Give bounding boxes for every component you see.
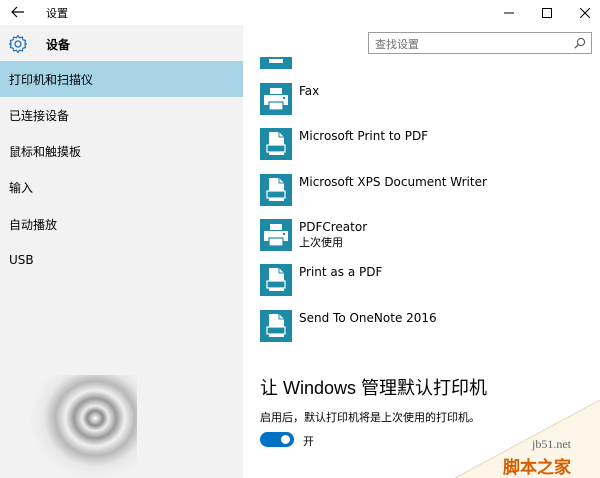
sidebar-item-autoplay[interactable]: 自动播放 bbox=[0, 206, 243, 242]
printer-name: PDFCreator bbox=[299, 220, 368, 234]
printer-item-send-to-onenote-2016[interactable]: Send To OneNote 2016 bbox=[260, 310, 580, 346]
printer-status: 上次使用 bbox=[299, 236, 343, 249]
close-button[interactable] bbox=[562, 0, 600, 25]
sidebar-item-usb[interactable]: USB bbox=[0, 242, 243, 278]
printer-item-microsoft-xps-document-writer[interactable]: Microsoft XPS Document Writer bbox=[260, 174, 580, 210]
window-title: 设置 bbox=[46, 7, 68, 20]
printer-name: Fax bbox=[299, 84, 320, 98]
default-printer-toggle[interactable] bbox=[260, 432, 294, 447]
title-bar: 设置 bbox=[0, 0, 600, 25]
sidebar-item-mouse-touchpad[interactable]: 鼠标和触摸板 bbox=[0, 133, 243, 169]
printer-icon bbox=[260, 310, 292, 342]
close-icon bbox=[580, 7, 590, 18]
toggle-state-label: 开 bbox=[303, 435, 314, 448]
printer-item-print-as-a-pdf[interactable]: Print as a PDF bbox=[260, 264, 580, 300]
sidebar-item-connected-devices[interactable]: 已连接设备 bbox=[0, 97, 243, 133]
sidebar-item-label: 输入 bbox=[9, 180, 34, 195]
toggle-knob bbox=[281, 435, 290, 444]
back-button[interactable] bbox=[8, 3, 28, 21]
sidebar-header: 设备 bbox=[0, 30, 243, 58]
printer-icon bbox=[260, 174, 292, 206]
printer-icon bbox=[260, 128, 292, 160]
printer-name: Microsoft Print to PDF bbox=[299, 129, 429, 143]
sidebar-heading: 设备 bbox=[46, 38, 71, 52]
search-placeholder: 查找设置 bbox=[375, 38, 419, 51]
sidebar-item-printers-scanners[interactable]: 打印机和扫描仪 bbox=[0, 61, 243, 97]
search-input[interactable]: 查找设置 bbox=[368, 32, 592, 54]
watermark-brand: 脚本之家 bbox=[503, 458, 571, 478]
printer-icon bbox=[260, 264, 292, 296]
printer-name: Send To OneNote 2016 bbox=[299, 311, 437, 325]
printer-icon bbox=[260, 57, 292, 69]
default-printer-heading: 让 Windows 管理默认打印机 bbox=[260, 378, 488, 398]
printer-name: Print as a PDF bbox=[299, 265, 383, 279]
sidebar-item-label: 自动播放 bbox=[9, 217, 58, 232]
sidebar-item-typing[interactable]: 输入 bbox=[0, 169, 243, 205]
printer-name: Microsoft XPS Document Writer bbox=[299, 175, 487, 189]
sidebar-item-label: 打印机和扫描仪 bbox=[9, 72, 94, 87]
printer-item-microsoft-print-to-pdf[interactable]: Microsoft Print to PDF bbox=[260, 128, 580, 164]
ripple-decoration bbox=[27, 375, 137, 478]
printer-item-pdfcreator[interactable]: PDFCreator 上次使用 bbox=[260, 219, 580, 255]
watermark-site: jb51.net bbox=[532, 437, 571, 451]
maximize-icon bbox=[542, 7, 552, 18]
fax-icon bbox=[260, 83, 292, 115]
back-arrow-icon bbox=[11, 6, 24, 18]
printer-item-fax[interactable]: Fax bbox=[260, 83, 580, 119]
fax-icon bbox=[260, 219, 292, 251]
sidebar-item-label: 鼠标和触摸板 bbox=[9, 144, 82, 159]
minimize-icon bbox=[504, 12, 514, 13]
default-printer-description: 启用后，默认打印机将是上次使用的打印机。 bbox=[260, 411, 480, 424]
sidebar-item-label: 已连接设备 bbox=[9, 108, 70, 123]
sidebar: 设备 打印机和扫描仪 已连接设备 鼠标和触摸板 输入 自动播放 USB bbox=[0, 25, 243, 478]
search-icon bbox=[574, 37, 586, 49]
gear-icon bbox=[8, 34, 28, 54]
sidebar-item-label: USB bbox=[9, 253, 34, 267]
